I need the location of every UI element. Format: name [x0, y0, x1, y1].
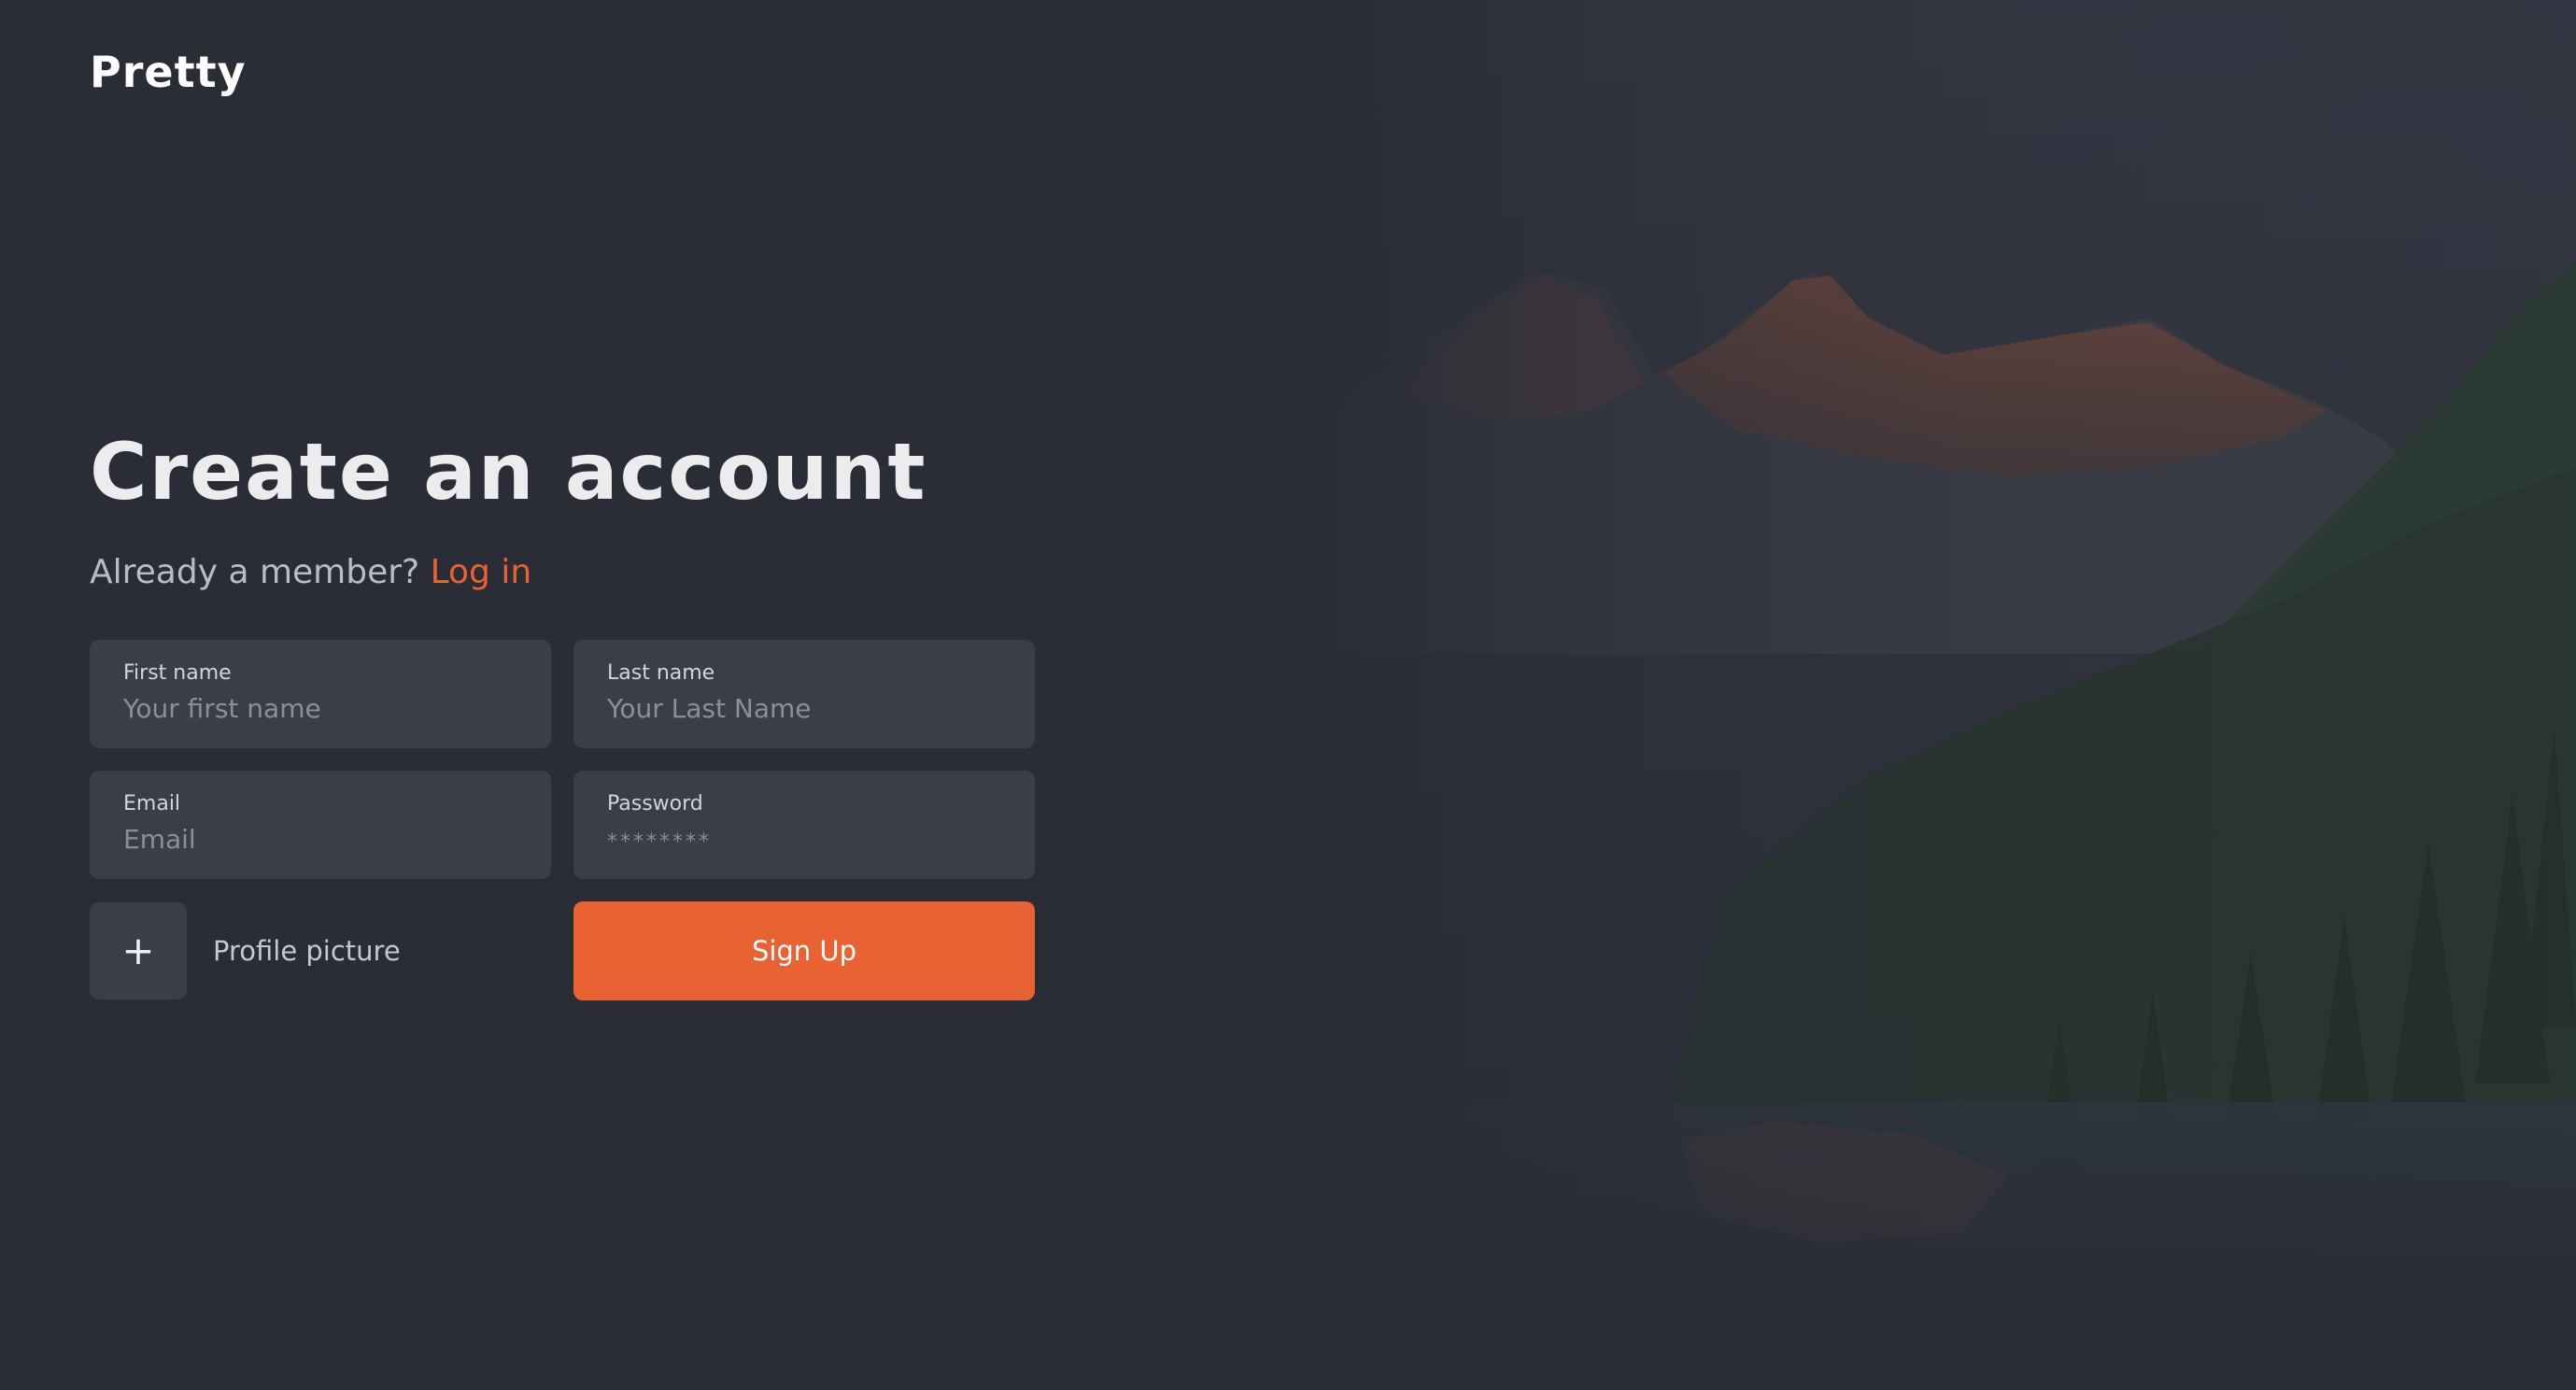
sign-up-button[interactable]: Sign Up [573, 901, 1035, 1000]
add-profile-picture-button[interactable]: + [90, 902, 187, 1000]
form-actions: + Profile picture Sign Up [90, 901, 1035, 1000]
password-input[interactable] [607, 823, 1001, 857]
first-name-input[interactable] [123, 692, 517, 726]
signup-page: Pretty Create an account Already a membe… [0, 0, 2576, 1390]
last-name-label: Last name [607, 661, 715, 685]
login-link[interactable]: Log in [431, 553, 532, 591]
email-label: Email [123, 792, 181, 816]
plus-icon: + [121, 928, 155, 973]
signup-form: Create an account Already a member? Log … [90, 425, 1035, 1000]
brand-logo[interactable]: Pretty [90, 47, 247, 97]
form-fields: First name Last name Email Password [90, 640, 1035, 879]
first-name-field[interactable]: First name [90, 640, 551, 748]
password-label: Password [607, 792, 703, 816]
email-field[interactable]: Email [90, 771, 551, 879]
last-name-input[interactable] [607, 692, 1001, 726]
page-title: Create an account [90, 426, 927, 518]
password-field[interactable]: Password [573, 771, 1035, 879]
first-name-label: First name [123, 661, 232, 685]
profile-picture-label: Profile picture [213, 935, 401, 967]
email-input[interactable] [123, 823, 517, 857]
member-prompt-text: Already a member? [90, 553, 420, 591]
last-name-field[interactable]: Last name [573, 640, 1035, 748]
profile-picture-upload: + Profile picture [90, 902, 551, 1000]
member-prompt: Already a member? Log in [90, 552, 1035, 593]
